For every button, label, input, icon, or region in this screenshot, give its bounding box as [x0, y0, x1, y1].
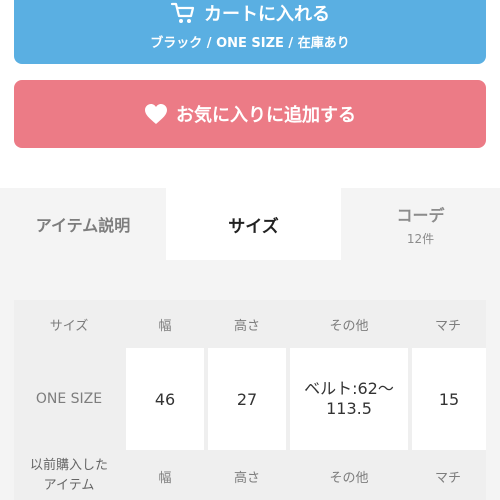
add-to-cart-main: カートに入れる: [14, 0, 486, 26]
tab-item-description[interactable]: アイテム説明: [0, 188, 166, 260]
add-to-cart-label: カートに入れる: [204, 4, 330, 25]
previous-item-line2: アイテム: [43, 478, 95, 493]
previous-item-label: 以前購入した アイテム: [14, 452, 124, 500]
add-to-favorites-button[interactable]: お気に入りに追加する: [14, 80, 486, 148]
compare-header-other: その他: [329, 470, 369, 486]
heart-icon: [144, 103, 168, 125]
value-other-line2: 113.5: [326, 399, 372, 418]
tab-size-label: サイズ: [228, 216, 279, 237]
add-to-favorites-label: お気に入りに追加する: [176, 105, 356, 126]
variant-info: ブラック / ONE SIZE / 在庫あり: [150, 36, 350, 51]
compare-header-height: 高さ: [233, 470, 260, 486]
compare-header-width: 幅: [158, 470, 172, 486]
tab-coordinate[interactable]: コーデ 12件: [341, 188, 500, 260]
header-gusset: マチ: [434, 318, 461, 334]
header-height: 高さ: [233, 318, 260, 334]
value-other: ベルト:62〜 113.5: [290, 348, 408, 450]
cart-icon: [170, 0, 196, 26]
value-gusset: 15: [412, 348, 486, 450]
coordinate-count: 12件: [406, 231, 435, 246]
header-width: 幅: [158, 318, 172, 334]
add-to-cart-button[interactable]: カートに入れる ブラック / ONE SIZE / 在庫あり: [14, 0, 486, 64]
value-width: 46: [126, 348, 204, 450]
header-size: サイズ: [49, 318, 89, 334]
value-height: 27: [208, 348, 286, 450]
tab-item-description-label: アイテム説明: [35, 216, 131, 235]
value-other-line1: ベルト:62〜: [304, 379, 394, 398]
tab-size[interactable]: サイズ: [166, 188, 341, 260]
previous-item-line1: 以前購入した: [29, 458, 108, 473]
item-tabs: アイテム説明 サイズ コーデ 12件: [0, 188, 500, 260]
row-size-name: ONE SIZE: [35, 391, 103, 407]
compare-header-gusset: マチ: [434, 470, 461, 486]
tab-coordinate-label: コーデ: [396, 205, 445, 225]
header-other: その他: [329, 318, 369, 334]
size-table: サイズ 幅 高さ その他 マチ ONE SIZE 46 27 ベルト:62〜 1…: [14, 300, 486, 500]
